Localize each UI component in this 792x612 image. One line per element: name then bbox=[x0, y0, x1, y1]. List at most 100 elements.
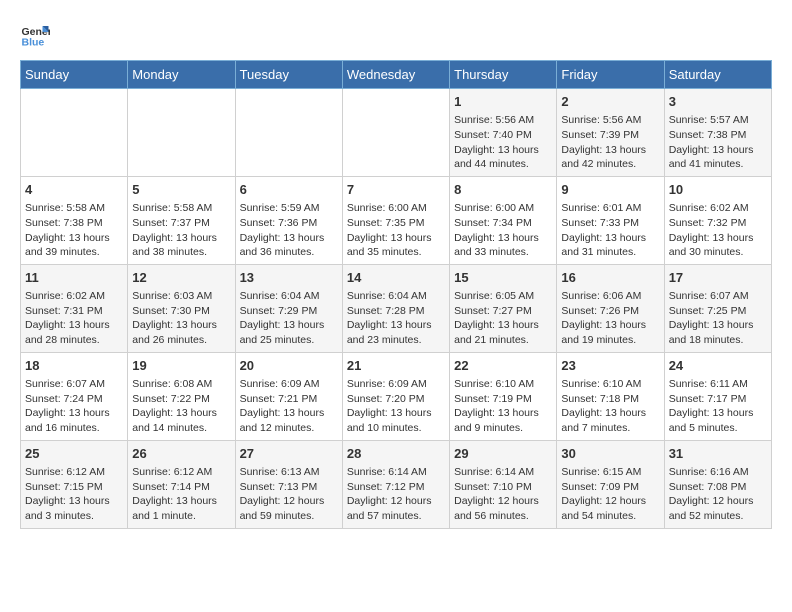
day-info: Sunrise: 6:04 AM bbox=[240, 289, 338, 304]
day-info: Sunset: 7:21 PM bbox=[240, 392, 338, 407]
calendar-cell: 27Sunrise: 6:13 AMSunset: 7:13 PMDayligh… bbox=[235, 440, 342, 528]
day-info: Sunset: 7:30 PM bbox=[132, 304, 230, 319]
calendar-cell: 24Sunrise: 6:11 AMSunset: 7:17 PMDayligh… bbox=[664, 352, 771, 440]
day-info: Sunrise: 6:14 AM bbox=[454, 465, 552, 480]
calendar-cell: 5Sunrise: 5:58 AMSunset: 7:37 PMDaylight… bbox=[128, 176, 235, 264]
day-number: 21 bbox=[347, 357, 445, 375]
calendar-cell: 8Sunrise: 6:00 AMSunset: 7:34 PMDaylight… bbox=[450, 176, 557, 264]
calendar-cell bbox=[21, 89, 128, 177]
day-info: Daylight: 13 hours bbox=[347, 406, 445, 421]
day-info: Sunset: 7:15 PM bbox=[25, 480, 123, 495]
day-number: 23 bbox=[561, 357, 659, 375]
calendar-cell: 2Sunrise: 5:56 AMSunset: 7:39 PMDaylight… bbox=[557, 89, 664, 177]
day-info: Daylight: 13 hours bbox=[132, 318, 230, 333]
day-number: 10 bbox=[669, 181, 767, 199]
day-number: 26 bbox=[132, 445, 230, 463]
calendar-cell: 11Sunrise: 6:02 AMSunset: 7:31 PMDayligh… bbox=[21, 264, 128, 352]
day-info: and 16 minutes. bbox=[25, 421, 123, 436]
day-info: and 54 minutes. bbox=[561, 509, 659, 524]
day-info: Sunset: 7:39 PM bbox=[561, 128, 659, 143]
day-info: and 3 minutes. bbox=[25, 509, 123, 524]
weekday-header-monday: Monday bbox=[128, 61, 235, 89]
day-info: Sunset: 7:19 PM bbox=[454, 392, 552, 407]
day-info: Daylight: 13 hours bbox=[240, 231, 338, 246]
day-info: Sunrise: 6:01 AM bbox=[561, 201, 659, 216]
day-info: Daylight: 13 hours bbox=[25, 318, 123, 333]
day-info: and 41 minutes. bbox=[669, 157, 767, 172]
day-number: 27 bbox=[240, 445, 338, 463]
calendar-cell: 1Sunrise: 5:56 AMSunset: 7:40 PMDaylight… bbox=[450, 89, 557, 177]
day-info: Daylight: 13 hours bbox=[347, 318, 445, 333]
day-info: Sunrise: 6:11 AM bbox=[669, 377, 767, 392]
calendar-cell: 10Sunrise: 6:02 AMSunset: 7:32 PMDayligh… bbox=[664, 176, 771, 264]
day-info: and 30 minutes. bbox=[669, 245, 767, 260]
day-info: and 23 minutes. bbox=[347, 333, 445, 348]
calendar-cell bbox=[128, 89, 235, 177]
day-info: Sunset: 7:31 PM bbox=[25, 304, 123, 319]
day-info: and 19 minutes. bbox=[561, 333, 659, 348]
calendar-cell: 22Sunrise: 6:10 AMSunset: 7:19 PMDayligh… bbox=[450, 352, 557, 440]
calendar-week-1: 1Sunrise: 5:56 AMSunset: 7:40 PMDaylight… bbox=[21, 89, 772, 177]
day-info: Sunset: 7:38 PM bbox=[669, 128, 767, 143]
day-info: and 10 minutes. bbox=[347, 421, 445, 436]
day-info: Sunrise: 6:06 AM bbox=[561, 289, 659, 304]
day-number: 12 bbox=[132, 269, 230, 287]
day-info: Sunrise: 6:08 AM bbox=[132, 377, 230, 392]
weekday-header-wednesday: Wednesday bbox=[342, 61, 449, 89]
day-info: Daylight: 13 hours bbox=[240, 406, 338, 421]
day-info: Sunrise: 5:57 AM bbox=[669, 113, 767, 128]
calendar-cell: 21 Sunrise: 6:09 AMSunset: 7:20 PMDayligh… bbox=[342, 352, 449, 440]
day-info: and 33 minutes. bbox=[454, 245, 552, 260]
day-info: Daylight: 13 hours bbox=[25, 231, 123, 246]
day-number: 9 bbox=[561, 181, 659, 199]
calendar-cell: 4Sunrise: 5:58 AMSunset: 7:38 PMDaylight… bbox=[21, 176, 128, 264]
day-info: Sunset: 7:08 PM bbox=[669, 480, 767, 495]
day-info: Daylight: 13 hours bbox=[132, 231, 230, 246]
calendar-cell: 18Sunrise: 6:07 AMSunset: 7:24 PMDayligh… bbox=[21, 352, 128, 440]
day-info: Daylight: 13 hours bbox=[669, 406, 767, 421]
weekday-header-tuesday: Tuesday bbox=[235, 61, 342, 89]
day-info: Sunset: 7:13 PM bbox=[240, 480, 338, 495]
day-info: Sunrise: 6:09 AM bbox=[347, 377, 445, 392]
day-number: 28 bbox=[347, 445, 445, 463]
day-info: Daylight: 12 hours bbox=[454, 494, 552, 509]
day-info: Daylight: 13 hours bbox=[561, 406, 659, 421]
day-info: Daylight: 13 hours bbox=[240, 318, 338, 333]
day-info: Sunrise: 6:16 AM bbox=[669, 465, 767, 480]
calendar-cell: 13Sunrise: 6:04 AMSunset: 7:29 PMDayligh… bbox=[235, 264, 342, 352]
calendar-cell bbox=[235, 89, 342, 177]
day-info: Sunset: 7:36 PM bbox=[240, 216, 338, 231]
day-info: and 59 minutes. bbox=[240, 509, 338, 524]
day-info: Daylight: 13 hours bbox=[454, 143, 552, 158]
calendar-header: SundayMondayTuesdayWednesdayThursdayFrid… bbox=[21, 61, 772, 89]
day-info: Daylight: 13 hours bbox=[454, 231, 552, 246]
weekday-header-row: SundayMondayTuesdayWednesdayThursdayFrid… bbox=[21, 61, 772, 89]
day-number: 18 bbox=[25, 357, 123, 375]
calendar-week-3: 11Sunrise: 6:02 AMSunset: 7:31 PMDayligh… bbox=[21, 264, 772, 352]
day-number: 30 bbox=[561, 445, 659, 463]
day-info: Sunset: 7:35 PM bbox=[347, 216, 445, 231]
day-info: Sunset: 7:24 PM bbox=[25, 392, 123, 407]
day-info: Sunset: 7:33 PM bbox=[561, 216, 659, 231]
day-number: 15 bbox=[454, 269, 552, 287]
day-number: 8 bbox=[454, 181, 552, 199]
day-info: and 31 minutes. bbox=[561, 245, 659, 260]
calendar-cell: 26Sunrise: 6:12 AMSunset: 7:14 PMDayligh… bbox=[128, 440, 235, 528]
day-info: Sunset: 7:20 PM bbox=[347, 392, 445, 407]
day-info: Sunset: 7:28 PM bbox=[347, 304, 445, 319]
day-info: Sunrise: 6:07 AM bbox=[25, 377, 123, 392]
day-info: Sunset: 7:40 PM bbox=[454, 128, 552, 143]
calendar-week-2: 4Sunrise: 5:58 AMSunset: 7:38 PMDaylight… bbox=[21, 176, 772, 264]
day-info: Daylight: 12 hours bbox=[240, 494, 338, 509]
day-number: 22 bbox=[454, 357, 552, 375]
day-info: and 18 minutes. bbox=[669, 333, 767, 348]
calendar-cell: 28Sunrise: 6:14 AMSunset: 7:12 PMDayligh… bbox=[342, 440, 449, 528]
day-number: 16 bbox=[561, 269, 659, 287]
calendar-table: SundayMondayTuesdayWednesdayThursdayFrid… bbox=[20, 60, 772, 529]
day-info: Sunrise: 6:02 AM bbox=[669, 201, 767, 216]
day-info: Sunrise: 6:14 AM bbox=[347, 465, 445, 480]
day-info: Sunrise: 6:03 AM bbox=[132, 289, 230, 304]
day-info: and 12 minutes. bbox=[240, 421, 338, 436]
calendar-cell: 23Sunrise: 6:10 AMSunset: 7:18 PMDayligh… bbox=[557, 352, 664, 440]
calendar-cell: 30Sunrise: 6:15 AMSunset: 7:09 PMDayligh… bbox=[557, 440, 664, 528]
